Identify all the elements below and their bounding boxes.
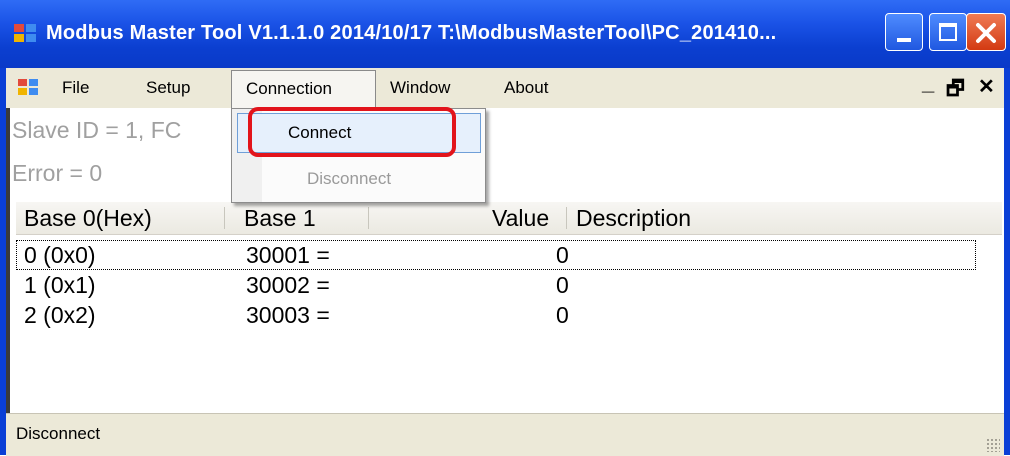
col-header-value[interactable]: Value xyxy=(492,205,549,232)
menu-about[interactable]: About xyxy=(504,78,548,98)
app-grid-icon xyxy=(14,24,38,44)
close-button[interactable] xyxy=(966,13,1006,51)
app-window: Modbus Master Tool V1.1.1.0 2014/10/17 T… xyxy=(0,0,1010,456)
cell-base0: 1 (0x1) xyxy=(24,272,96,298)
register-panel: Slave ID = 1, FC Error = 0 Base 0(Hex) B… xyxy=(6,108,1004,429)
error-info-text: Error = 0 xyxy=(12,160,103,186)
menu-bar: File Setup Connection Window About _ 🗗 ✕ xyxy=(6,68,1004,108)
highlight-annotation xyxy=(248,107,456,157)
column-divider[interactable] xyxy=(224,207,225,229)
menu-item-disconnect: Disconnect xyxy=(307,169,392,188)
cell-value: 0 xyxy=(556,242,569,268)
grid-header: Base 0(Hex) Base 1 Value Description xyxy=(16,202,1002,235)
cell-value: 0 xyxy=(556,272,569,298)
maximize-icon xyxy=(939,23,957,41)
cell-value: 0 xyxy=(556,302,569,328)
minimize-button[interactable] xyxy=(885,13,923,51)
table-row[interactable]: 1 (0x1) 30002 = 0 xyxy=(16,270,976,300)
column-divider[interactable] xyxy=(368,207,369,229)
col-header-description[interactable]: Description xyxy=(576,205,691,232)
col-header-base0[interactable]: Base 0(Hex) xyxy=(24,205,152,232)
status-text: Disconnect xyxy=(16,424,101,443)
menu-setup[interactable]: Setup xyxy=(146,78,190,98)
menu-connection-label: Connection xyxy=(246,79,333,98)
cell-base0: 2 (0x2) xyxy=(24,302,96,328)
cell-base1: 30002 = xyxy=(246,272,330,298)
col-header-base1[interactable]: Base 1 xyxy=(244,205,316,232)
minimize-icon xyxy=(897,38,911,42)
cell-base0: 0 (0x0) xyxy=(24,242,96,268)
mdi-minimize-button[interactable]: _ xyxy=(922,70,934,96)
table-row[interactable]: 0 (0x0) 30001 = 0 xyxy=(16,240,976,270)
menu-window[interactable]: Window xyxy=(390,78,450,98)
mdi-restore-button[interactable]: 🗗 xyxy=(946,74,965,108)
column-divider[interactable] xyxy=(566,207,567,229)
close-icon xyxy=(976,23,996,43)
status-bar: Disconnect xyxy=(6,413,1004,456)
menu-connection[interactable]: Connection xyxy=(231,70,376,108)
resize-grip-icon[interactable] xyxy=(986,438,1000,452)
client-area: File Setup Connection Window About _ 🗗 ✕… xyxy=(6,68,1004,456)
cell-base1: 30003 = xyxy=(246,302,330,328)
title-bar[interactable]: Modbus Master Tool V1.1.1.0 2014/10/17 T… xyxy=(0,0,1010,68)
table-row[interactable]: 2 (0x2) 30003 = 0 xyxy=(16,300,976,330)
mdi-child-icon[interactable] xyxy=(18,79,40,97)
maximize-button[interactable] xyxy=(929,13,967,51)
window-title: Modbus Master Tool V1.1.1.0 2014/10/17 T… xyxy=(46,22,777,44)
slave-info-text: Slave ID = 1, FC xyxy=(12,117,182,143)
menu-file[interactable]: File xyxy=(62,78,89,98)
cell-base1: 30001 = xyxy=(246,242,330,268)
mdi-close-button[interactable]: ✕ xyxy=(978,74,995,99)
